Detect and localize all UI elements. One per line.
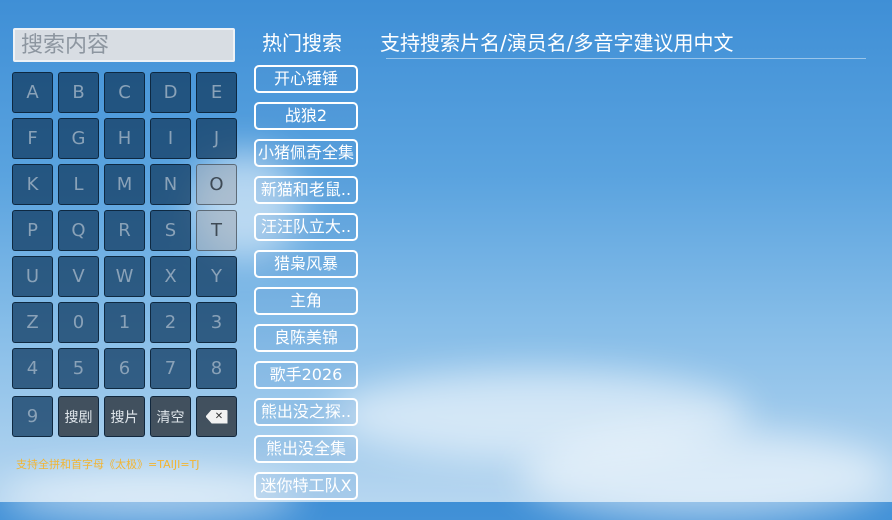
hot-search-item[interactable]: 熊出没全集 — [254, 435, 358, 463]
hot-search-item[interactable]: 新猫和老鼠.. — [254, 176, 358, 204]
hot-search-item[interactable]: 歌手2026 — [254, 361, 358, 389]
key-v[interactable]: V — [58, 256, 99, 297]
hot-search-title: 热门搜索 — [262, 31, 342, 55]
hot-search-item[interactable]: 小猪佩奇全集 — [254, 139, 358, 167]
key-d[interactable]: D — [150, 72, 191, 113]
key-q[interactable]: Q — [58, 210, 99, 251]
key-a[interactable]: A — [12, 72, 53, 113]
hot-search-item[interactable]: 迷你特工队X — [254, 472, 358, 500]
key-m[interactable]: M — [104, 164, 145, 205]
hot-search-item[interactable]: 开心锤锤 — [254, 65, 358, 93]
key-t[interactable]: T — [196, 210, 237, 251]
key-z[interactable]: Z — [12, 302, 53, 343]
key-b[interactable]: B — [58, 72, 99, 113]
key-l[interactable]: L — [58, 164, 99, 205]
key-3[interactable]: 3 — [196, 302, 237, 343]
search-input[interactable]: 搜索内容 — [13, 28, 235, 62]
hot-search-item[interactable]: 汪汪队立大.. — [254, 213, 358, 241]
hot-search-item[interactable]: 战狼2 — [254, 102, 358, 130]
key-f[interactable]: F — [12, 118, 53, 159]
key-y[interactable]: Y — [196, 256, 237, 297]
backspace-button[interactable]: ✕ — [196, 396, 237, 437]
key-s[interactable]: S — [150, 210, 191, 251]
key-h[interactable]: H — [104, 118, 145, 159]
search-tip: 支持搜索片名/演员名/多音字建议用中文 — [380, 31, 734, 55]
search-drama-button[interactable]: 搜剧 — [58, 396, 99, 437]
key-o[interactable]: O — [196, 164, 237, 205]
key-w[interactable]: W — [104, 256, 145, 297]
key-e[interactable]: E — [196, 72, 237, 113]
key-n[interactable]: N — [150, 164, 191, 205]
key-p[interactable]: P — [12, 210, 53, 251]
cloud-decoration — [520, 430, 892, 520]
hot-search-item[interactable]: 良陈美锦 — [254, 324, 358, 352]
cloud-decoration — [330, 370, 750, 460]
key-0[interactable]: 0 — [58, 302, 99, 343]
key-5[interactable]: 5 — [58, 348, 99, 389]
key-1[interactable]: 1 — [104, 302, 145, 343]
key-c[interactable]: C — [104, 72, 145, 113]
key-4[interactable]: 4 — [12, 348, 53, 389]
key-g[interactable]: G — [58, 118, 99, 159]
pinyin-hint: 支持全拼和首字母《太极》=TAIJI=TJ — [16, 458, 200, 471]
search-movie-button[interactable]: 搜片 — [104, 396, 145, 437]
key-i[interactable]: I — [150, 118, 191, 159]
key-2[interactable]: 2 — [150, 302, 191, 343]
key-7[interactable]: 7 — [150, 348, 191, 389]
key-u[interactable]: U — [12, 256, 53, 297]
divider — [386, 58, 866, 59]
clear-button[interactable]: 清空 — [150, 396, 191, 437]
key-8[interactable]: 8 — [196, 348, 237, 389]
key-k[interactable]: K — [12, 164, 53, 205]
hot-search-item[interactable]: 主角 — [254, 287, 358, 315]
key-r[interactable]: R — [104, 210, 145, 251]
key-j[interactable]: J — [196, 118, 237, 159]
key-9[interactable]: 9 — [12, 396, 53, 437]
hot-search-item[interactable]: 猎枭风暴 — [254, 250, 358, 278]
key-6[interactable]: 6 — [104, 348, 145, 389]
backspace-icon: ✕ — [205, 409, 228, 424]
key-x[interactable]: X — [150, 256, 191, 297]
hot-search-item[interactable]: 熊出没之探.. — [254, 398, 358, 426]
